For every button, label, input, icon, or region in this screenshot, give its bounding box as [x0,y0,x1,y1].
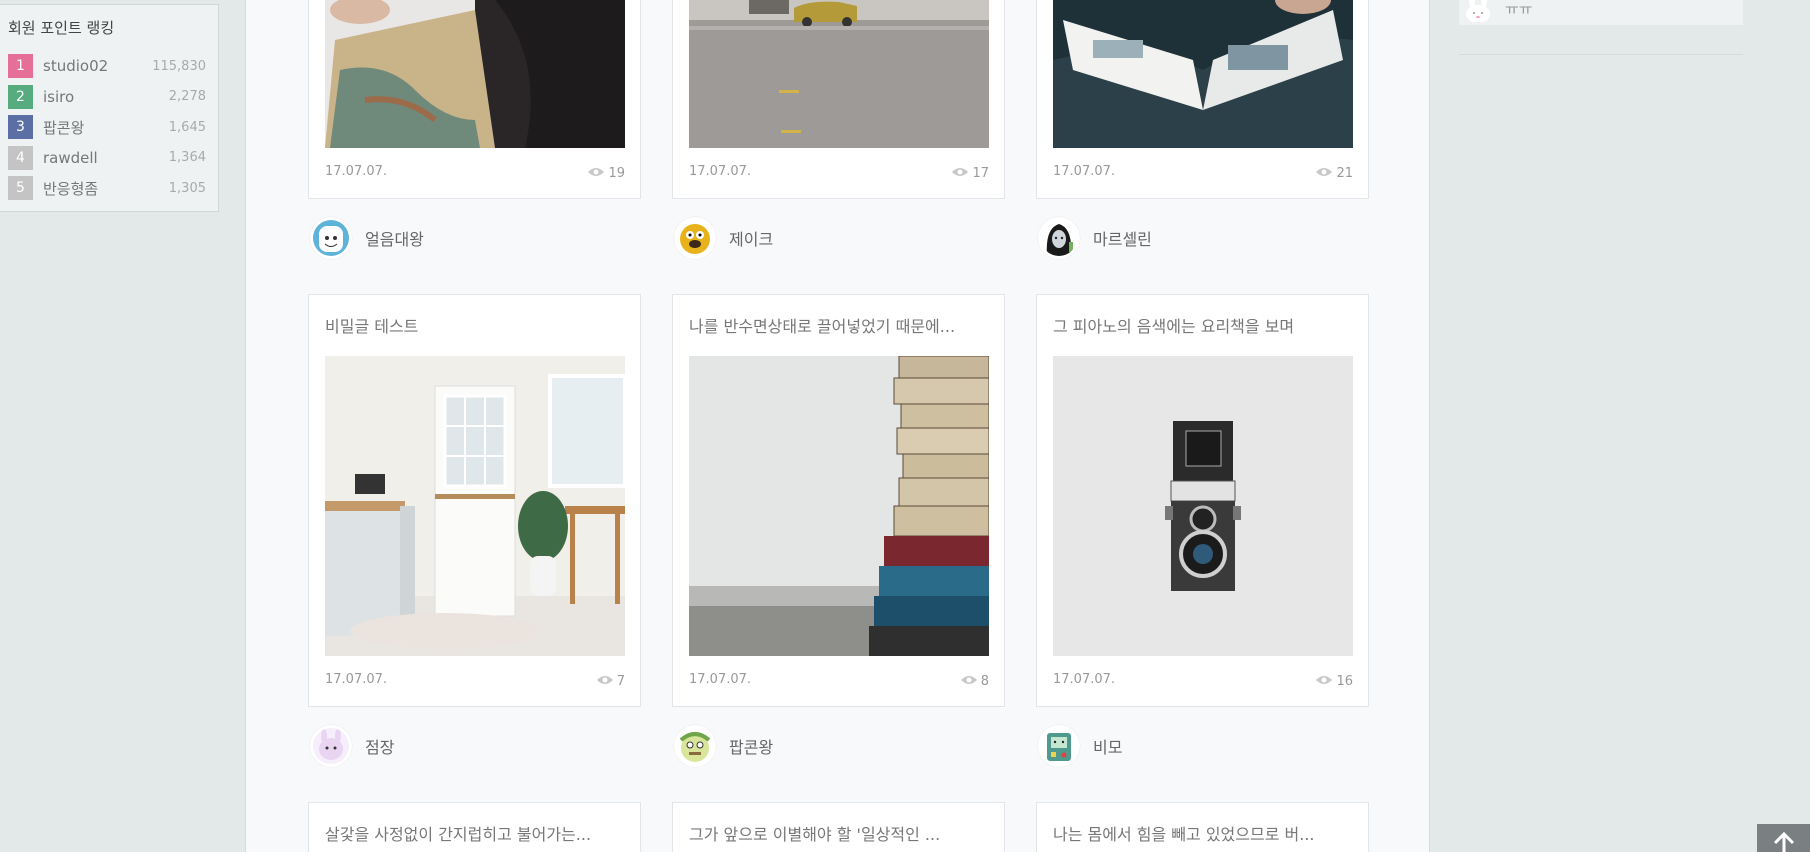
rank-badge: 1 [8,54,33,79]
ranking-row[interactable]: 4 rawdell 1,364 [8,143,206,174]
rank-points: 1,364 [168,150,206,166]
eye-icon [588,166,605,181]
post-thumbnail[interactable] [1053,0,1353,148]
post-thumbnail[interactable] [325,356,625,656]
avatar [1038,725,1080,767]
gallery-card[interactable]: 나는 몸에서 힘을 빼고 있었으므로 버... [1036,802,1369,852]
author-name: 제이크 [729,230,774,249]
eye-icon [952,166,969,181]
rank-name: 팝콘왕 [43,118,85,137]
rank-badge: 2 [8,84,33,109]
avatar [674,725,716,767]
post-date: 17.07.07. [689,672,752,687]
rank-name: studio02 [43,57,109,76]
post-author[interactable]: 팝콘왕 [674,724,773,768]
arrow-up-icon [1773,831,1795,852]
eye-icon [596,674,613,689]
view-count-value: 21 [1336,166,1353,181]
post-author[interactable]: 제이크 [674,216,773,260]
ranking-row[interactable]: 3 팝콘왕 1,645 [8,112,206,143]
author-name: 점장 [365,738,395,757]
gallery-card[interactable]: 17.07.07. 19 [308,0,641,199]
post-author[interactable]: 얼음대왕 [310,216,424,260]
view-count: 8 [960,674,989,689]
post-title[interactable]: 그 피아노의 음색에는 요리책을 보며 [1053,313,1353,337]
post-date: 17.07.07. [1053,672,1116,687]
author-name: 마르셀린 [1093,230,1152,249]
post-date: 17.07.07. [689,164,752,179]
rank-name: isiro [43,87,75,106]
rank-points: 2,278 [168,89,206,105]
rank-points: 1,305 [168,180,206,196]
post-thumbnail[interactable] [689,0,989,148]
eye-icon [1316,166,1333,181]
post-thumbnail[interactable] [1053,356,1353,656]
view-count-value: 19 [608,166,625,181]
ranking-row[interactable]: 2 isiro 2,278 [8,82,206,113]
point-ranking-widget: 회원 포인트 랭킹 1 studio02 115,830 2 isiro 2,2… [0,4,219,212]
post-thumbnail[interactable] [325,0,625,148]
ranking-row[interactable]: 1 studio02 115,830 [8,51,206,82]
post-title[interactable]: 비밀글 테스트 [325,313,625,337]
post-title[interactable]: 그가 앞으로 이별해야 할 '일상적인 ... [689,821,989,845]
ranking-title: 회원 포인트 랭킹 [8,19,115,37]
divider [1459,54,1743,55]
author-name: 얼음대왕 [365,230,424,249]
gallery-card[interactable]: 살갗을 사정없이 간지럽히고 불어가는... [308,802,641,852]
avatar [1038,217,1080,259]
post-author[interactable]: 비모 [1038,724,1122,768]
view-count: 16 [1316,674,1353,689]
view-count-value: 8 [980,674,989,689]
post-title[interactable]: 나는 몸에서 힘을 빼고 있었으므로 버... [1053,821,1353,845]
view-count: 21 [1316,166,1353,181]
avatar [310,725,352,767]
rank-name: 반응형좀 [43,179,99,198]
rank-points: 1,645 [168,119,206,135]
ranking-row[interactable]: 5 반응형좀 1,305 [8,173,206,204]
gallery-card[interactable]: 17.07.07. 17 [672,0,1005,199]
gallery-card[interactable]: 17.07.07. 21 [1036,0,1369,199]
post-title[interactable]: 나를 반수면상태로 끌어넣었기 때문에... [689,313,989,337]
avatar [310,217,352,259]
comment-snippet: ㅠㅠ [1505,0,1533,18]
rank-badge: 5 [8,176,33,201]
post-author[interactable]: 마르셀린 [1038,216,1152,260]
post-date: 17.07.07. [325,672,388,687]
gallery-card[interactable]: 그 피아노의 음색에는 요리책을 보며 17.07.07. 16 [1036,294,1369,707]
eye-icon [1316,674,1333,689]
eye-icon [960,674,977,689]
post-title[interactable]: 살갗을 사정없이 간지럽히고 불어가는... [325,821,625,845]
view-count-value: 7 [616,674,625,689]
gallery-main: 17.07.07. 19 17.07.07. 17 17.07.07. 21 얼… [245,0,1430,852]
post-author[interactable]: 점장 [310,724,394,768]
view-count: 7 [596,674,625,689]
view-count-value: 16 [1336,674,1353,689]
post-thumbnail[interactable] [689,356,989,656]
bunny-icon [1463,0,1493,26]
view-count: 19 [588,166,625,181]
gallery-card[interactable]: 나를 반수면상태로 끌어넣었기 때문에... 17.07.07. 8 [672,294,1005,707]
gallery-card[interactable]: 비밀글 테스트 17.07.07. 7 [308,294,641,707]
author-name: 팝콘왕 [729,738,774,757]
post-date: 17.07.07. [1053,164,1116,179]
view-count-value: 17 [972,166,989,181]
author-name: 비모 [1093,738,1123,757]
scroll-top-button[interactable] [1757,824,1810,852]
gallery-card[interactable]: 그가 앞으로 이별해야 할 '일상적인 ... [672,802,1005,852]
rank-points: 115,830 [152,58,206,74]
comment-item[interactable]: ㅠㅠ [1459,0,1743,25]
post-date: 17.07.07. [325,164,388,179]
avatar [674,217,716,259]
view-count: 17 [952,166,989,181]
rank-name: rawdell [43,148,98,167]
rank-badge: 4 [8,145,33,170]
rank-badge: 3 [8,115,33,140]
